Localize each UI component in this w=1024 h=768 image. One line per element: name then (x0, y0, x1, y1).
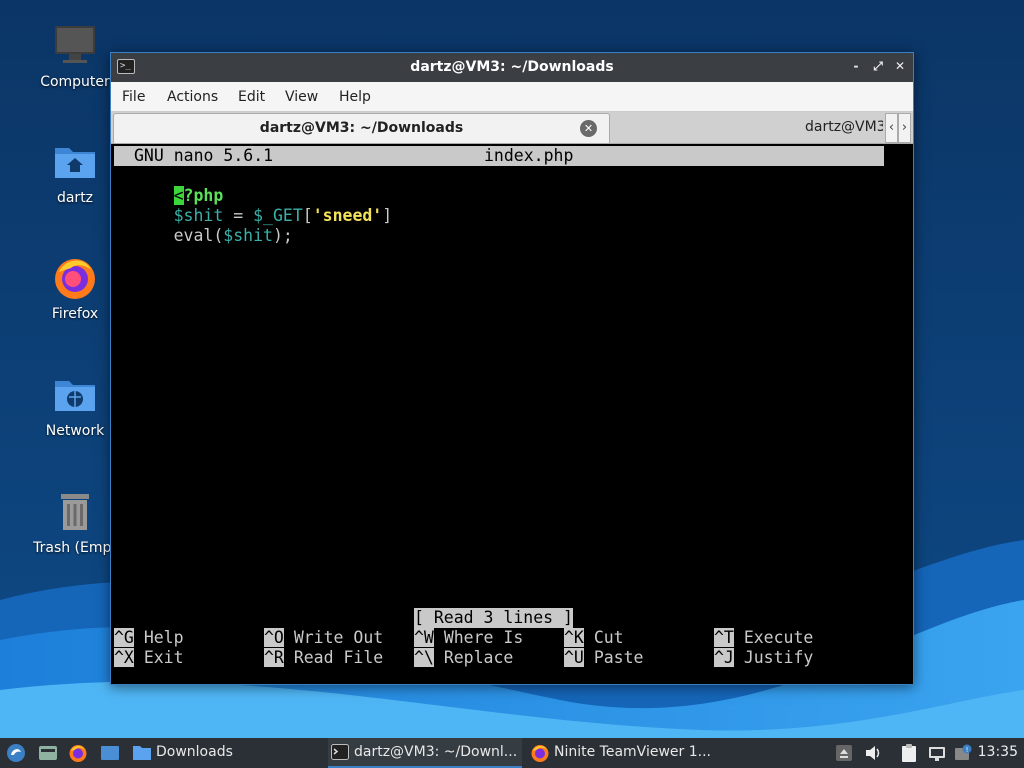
nano-version: GNU nano 5.6.1 (134, 146, 274, 165)
menubar: File Actions Edit View Help (111, 82, 913, 112)
code-token: eval( (173, 226, 224, 245)
eject-icon[interactable] (836, 745, 852, 761)
shortcut-exit: ^X Exit (114, 648, 184, 668)
computer-icon (55, 26, 95, 63)
window-title: dartz@VM3: ~/Downloads (410, 59, 614, 75)
menu-help[interactable]: Help (339, 89, 371, 105)
maximize-button[interactable]: ⤢ (871, 59, 885, 73)
close-button[interactable]: ✕ (893, 59, 907, 73)
shortcut-help: ^G Help (114, 628, 184, 648)
code-token: ] (382, 206, 393, 225)
shortcut-key: ^K (564, 628, 584, 647)
tab-active[interactable]: dartz@VM3: ~/Downloads ✕ (113, 113, 610, 143)
shortcut-key: ^W (414, 628, 434, 647)
shortcut-replace: ^\ Replace (414, 648, 513, 668)
nano-filename: index.php (484, 146, 574, 165)
code-token: 'sneed' (312, 206, 383, 225)
tab-scroll-left-icon[interactable]: ‹ (885, 113, 898, 143)
shortcut-where-is: ^W Where Is (414, 628, 523, 648)
firefox-icon (531, 745, 549, 762)
tab-scroll-right-icon[interactable]: › (898, 113, 911, 143)
start-menu-icon[interactable] (6, 743, 26, 763)
shortcut-cut: ^K Cut (564, 628, 624, 648)
terminal-icon (331, 744, 349, 760)
menu-actions[interactable]: Actions (167, 89, 218, 105)
shortcut-label: Exit (143, 648, 184, 667)
taskbar: Downloads dartz@VM3: ~/Downl... Ninite T… (0, 738, 1024, 768)
tab-label: dartz@VM3: ~/Downloads (259, 120, 464, 136)
shortcut-execute: ^T Execute (714, 628, 813, 648)
task-label: Ninite TeamViewer 1... (554, 744, 711, 760)
shortcut-key: ^T (714, 628, 734, 647)
shortcut-label: Replace (443, 648, 514, 667)
volume-icon[interactable] (864, 744, 882, 762)
folder-icon (133, 746, 151, 760)
show-desktop-icon[interactable] (100, 744, 120, 762)
clock[interactable]: 13:35 (978, 744, 1018, 760)
shortcut-label: Execute (743, 628, 814, 647)
shortcut-label: Read File (293, 648, 384, 667)
shortcut-key: ^G (114, 628, 134, 647)
menu-edit[interactable]: Edit (238, 89, 265, 105)
firefox-launcher-icon[interactable] (68, 743, 88, 763)
shortcut-label: Paste (593, 648, 644, 667)
shortcut-read-file: ^R Read File (264, 648, 383, 668)
window-titlebar[interactable]: >_ dartz@VM3: ~/Downloads - ⤢ ✕ (111, 53, 913, 82)
shortcut-label: Cut (593, 628, 624, 647)
nano-editor[interactable]: GNU nano 5.6.1 index.php <?php $shit = $… (114, 146, 910, 681)
home-folder-icon (55, 148, 95, 178)
tab-inactive[interactable]: dartz@VM3: ~/Downloads (613, 113, 883, 143)
taskbar-task-downloads[interactable]: Downloads (130, 738, 320, 768)
shortcut-write-out: ^O Write Out (264, 628, 383, 648)
menu-file[interactable]: File (122, 89, 145, 105)
file-manager-icon[interactable] (38, 744, 58, 762)
code-token: ); (272, 226, 293, 245)
taskbar-task-terminal[interactable]: dartz@VM3: ~/Downl... (328, 738, 522, 768)
shortcut-key: ^\ (414, 648, 434, 667)
taskbar-task-firefox[interactable]: Ninite TeamViewer 1... (528, 738, 718, 768)
update-notifier-icon[interactable]: ! (954, 744, 972, 762)
shortcut-label: Justify (743, 648, 814, 667)
menu-view[interactable]: View (285, 89, 318, 105)
task-label: dartz@VM3: ~/Downl... (354, 744, 518, 760)
shortcut-key: ^R (264, 648, 284, 667)
task-label: Downloads (156, 744, 233, 760)
network-icon[interactable] (928, 744, 946, 762)
shortcut-key: ^O (264, 628, 284, 647)
tab-label: dartz@VM3: ~/Downloads (805, 119, 883, 135)
terminal-window: >_ dartz@VM3: ~/Downloads - ⤢ ✕ File Act… (110, 52, 914, 685)
shortcut-key: ^J (714, 648, 734, 667)
firefox-icon (55, 259, 95, 299)
nano-status-message: [ Read 3 lines ] (414, 608, 573, 628)
shortcut-justify: ^J Justify (714, 648, 813, 668)
shortcut-key: ^U (564, 648, 584, 667)
shortcut-label: Write Out (293, 628, 384, 647)
tab-bar: dartz@VM3: ~/Downloads ✕ dartz@VM3: ~/Do… (111, 112, 913, 144)
minimize-button[interactable]: - (849, 59, 863, 73)
code-token: [ (302, 206, 313, 225)
shortcut-label: Where Is (443, 628, 524, 647)
svg-text:!: ! (966, 746, 969, 754)
code-token: $shit (223, 226, 273, 245)
shortcut-paste: ^U Paste (564, 648, 643, 668)
network-folder-icon (55, 381, 95, 411)
trash-icon (61, 494, 89, 530)
nano-header: GNU nano 5.6.1 index.php (114, 146, 884, 166)
tab-close-icon[interactable]: ✕ (580, 120, 597, 137)
shortcut-key: ^X (114, 648, 134, 667)
code-line: eval($shit); (114, 206, 293, 266)
clipboard-icon[interactable] (900, 743, 918, 763)
shortcut-label: Help (143, 628, 184, 647)
